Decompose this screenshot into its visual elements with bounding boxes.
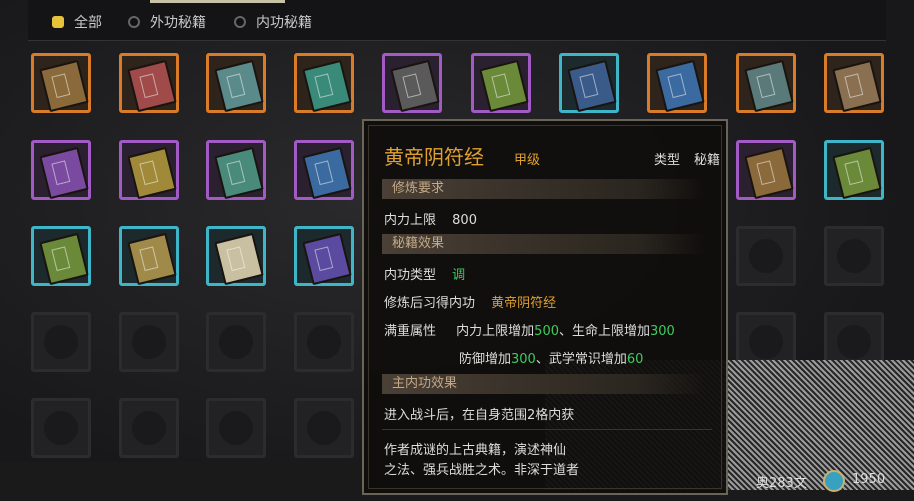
attr2-a: 防御增加 <box>459 352 512 367</box>
empty-slot[interactable] <box>206 398 266 458</box>
section-main-effect: 主内功效果 <box>382 374 704 394</box>
attr2-v2: 60 <box>626 352 644 367</box>
attr1-v2: 300 <box>650 324 675 339</box>
book-icon <box>567 59 617 113</box>
attr2-b: 、武学常识增加 <box>535 352 627 367</box>
desc-line-2: 之法、强兵战胜之术。非深于道者 <box>384 463 580 478</box>
item-slot[interactable] <box>294 140 354 200</box>
req-value: 800 <box>452 213 477 228</box>
item-slot[interactable] <box>119 140 179 200</box>
empty-slot[interactable] <box>119 312 179 372</box>
item-slot[interactable] <box>294 53 354 113</box>
filter-external[interactable]: 外功秘籍 <box>128 12 206 32</box>
full-label: 满重属性 <box>384 324 437 339</box>
book-icon <box>214 232 264 286</box>
item-slot[interactable] <box>824 140 884 200</box>
book-icon <box>214 59 264 113</box>
type-value: 秘籍 <box>694 153 721 168</box>
book-icon <box>302 146 352 200</box>
item-slot[interactable] <box>736 53 796 113</box>
book-icon <box>127 146 177 200</box>
empty-slot[interactable] <box>824 226 884 286</box>
radio-icon <box>128 16 140 28</box>
radio-selected-icon <box>52 16 64 28</box>
item-title: 黄帝阴符经 <box>384 145 484 169</box>
book-icon <box>127 59 177 113</box>
item-slot[interactable] <box>206 53 266 113</box>
item-slot[interactable] <box>294 226 354 286</box>
filter-internal-label: 内功秘籍 <box>256 15 312 31</box>
filter-external-label: 外功秘籍 <box>150 15 206 31</box>
item-slot[interactable] <box>382 53 442 113</box>
coin-icon <box>823 470 845 492</box>
radio-icon <box>234 16 246 28</box>
book-icon <box>39 59 89 113</box>
item-slot[interactable] <box>647 53 707 113</box>
main-effect-text: 进入战斗后，在自身范围2格内获 <box>384 408 575 423</box>
empty-slot[interactable] <box>31 312 91 372</box>
divider <box>382 429 712 430</box>
book-icon <box>302 59 352 113</box>
book-icon <box>302 232 352 286</box>
item-grade: 甲级 <box>514 153 541 168</box>
filter-bar: 全部 外功秘籍 内功秘籍 <box>28 0 886 41</box>
attr1-v1: 500 <box>534 324 559 339</box>
item-slot[interactable] <box>206 226 266 286</box>
tab-indicator <box>150 0 285 3</box>
cash-amount: 奥283文 <box>756 476 807 491</box>
item-slot[interactable] <box>736 140 796 200</box>
book-icon <box>744 59 794 113</box>
book-icon <box>832 146 882 200</box>
item-slot[interactable] <box>119 226 179 286</box>
requirement-row: 内力上限 800 <box>384 209 477 228</box>
empty-slot[interactable] <box>294 312 354 372</box>
learn-label: 修炼后习得内功 <box>384 296 476 311</box>
learn-value: 黄帝阴符经 <box>491 296 557 311</box>
attr2-row: 防御增加300、武学常识增加60 <box>459 348 643 367</box>
item-slot[interactable] <box>31 53 91 113</box>
coin-amount: 1950 <box>852 472 886 487</box>
item-tooltip: 黄帝阴符经 甲级 类型 秘籍 修炼要求 内力上限 800 秘籍效果 内功类型 调… <box>362 119 728 495</box>
filter-internal[interactable]: 内功秘籍 <box>234 12 312 32</box>
empty-slot[interactable] <box>31 398 91 458</box>
type-label: 类型 <box>654 153 681 168</box>
learn-row: 修炼后习得内功 黄帝阴符经 <box>384 292 556 311</box>
book-icon <box>655 59 705 113</box>
book-icon <box>39 232 89 286</box>
desc-line-1: 作者成谜的上古典籍，演述神仙 <box>384 443 567 458</box>
attr1-b: 、生命上限增加 <box>559 324 651 339</box>
empty-slot[interactable] <box>119 398 179 458</box>
section-requirements: 修炼要求 <box>382 179 704 199</box>
book-icon <box>214 146 264 200</box>
item-slot[interactable] <box>206 140 266 200</box>
internal-type-label: 内功类型 <box>384 268 437 283</box>
req-label: 内力上限 <box>384 213 437 228</box>
item-slot[interactable] <box>31 226 91 286</box>
item-slot[interactable] <box>559 53 619 113</box>
book-icon <box>832 59 882 113</box>
empty-slot[interactable] <box>736 226 796 286</box>
item-slot[interactable] <box>824 53 884 113</box>
item-slot[interactable] <box>31 140 91 200</box>
item-slot[interactable] <box>119 53 179 113</box>
full-attr-row: 满重属性 内力上限增加500、生命上限增加300 <box>384 320 675 339</box>
item-slot[interactable] <box>471 53 531 113</box>
book-icon <box>479 59 529 113</box>
attr1-a: 内力上限增加 <box>456 324 535 339</box>
filter-all-label: 全部 <box>74 15 102 31</box>
internal-type-row: 内功类型 调 <box>384 264 465 283</box>
empty-slot[interactable] <box>294 398 354 458</box>
empty-slot[interactable] <box>206 312 266 372</box>
book-icon <box>744 146 794 200</box>
section-effects: 秘籍效果 <box>382 234 704 254</box>
book-icon <box>390 59 440 113</box>
book-icon <box>39 146 89 200</box>
filter-all[interactable]: 全部 <box>52 12 102 32</box>
book-icon <box>127 232 177 286</box>
internal-type-value: 调 <box>452 268 466 283</box>
attr2-v1: 300 <box>511 352 536 367</box>
